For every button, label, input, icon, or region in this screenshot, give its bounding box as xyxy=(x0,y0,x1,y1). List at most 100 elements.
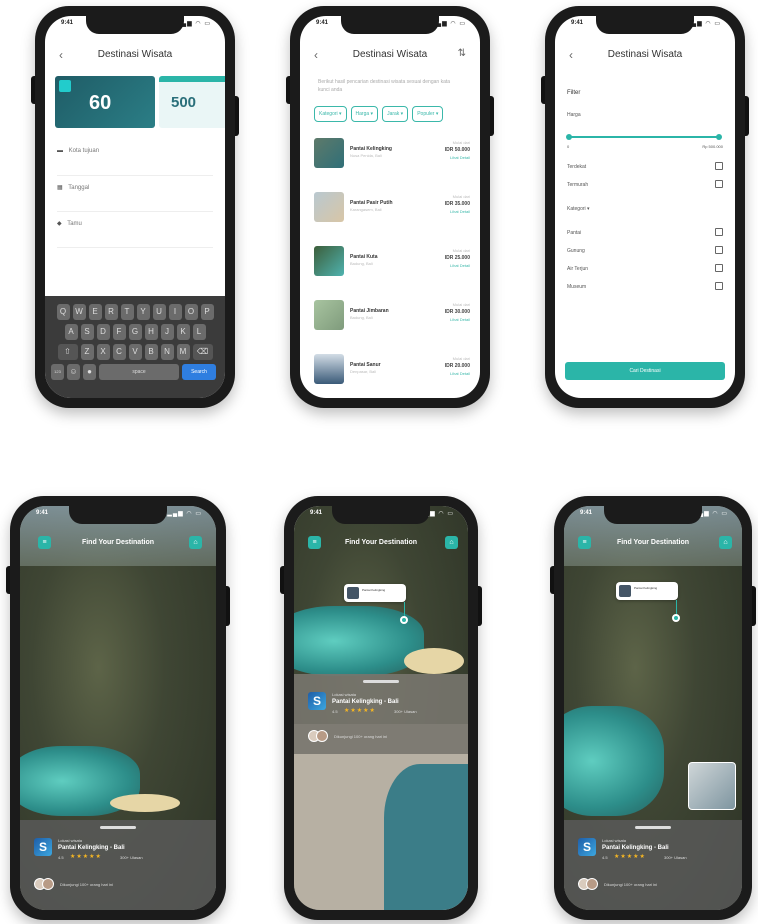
phone-search-form: 9:41 ▂▄▆ ◠ ▭ ‹ Destinasi Wisata 60 500 ▬… xyxy=(31,6,239,408)
mini-map[interactable] xyxy=(688,762,736,810)
key[interactable]: E xyxy=(88,304,102,320)
checkbox-nearest[interactable] xyxy=(715,162,723,170)
key[interactable]: P xyxy=(200,304,214,320)
location-pin-card[interactable]: Pantai Kelingking xyxy=(616,582,678,600)
checkbox-museum[interactable] xyxy=(715,282,723,290)
notch xyxy=(69,506,167,524)
header: ‹ Destinasi Wisata xyxy=(555,46,735,66)
promo-banner[interactable]: 60 xyxy=(55,76,155,128)
key[interactable]: K xyxy=(176,324,190,340)
place-category: Lokasi wisata xyxy=(332,692,357,697)
banner-strip xyxy=(159,76,225,82)
place-name: Pantai Kelingking - Bali xyxy=(602,845,669,851)
shift-key[interactable]: ⇧ xyxy=(57,344,78,360)
number-key[interactable]: 123 xyxy=(51,364,64,380)
key[interactable]: Z xyxy=(80,344,94,360)
home-icon[interactable]: ⌂ xyxy=(719,536,732,549)
detail-link[interactable]: Lihat Detail xyxy=(450,155,470,160)
filter-heading: Filter xyxy=(567,90,581,96)
checkbox-waterfall[interactable] xyxy=(715,264,723,272)
key[interactable]: C xyxy=(112,344,126,360)
key[interactable]: Q xyxy=(56,304,70,320)
slider-min-handle[interactable] xyxy=(566,134,572,140)
key[interactable]: M xyxy=(176,344,190,360)
home-icon[interactable]: ⌂ xyxy=(445,536,458,549)
checkbox-mountain[interactable] xyxy=(715,246,723,254)
detail-link[interactable]: Lihat Detail xyxy=(450,209,470,214)
key[interactable]: A xyxy=(64,324,78,340)
key[interactable]: I xyxy=(168,304,182,320)
category-dropdown[interactable]: Kategori ▾ xyxy=(567,206,590,212)
location-pin-card[interactable]: Pantai Kelingking xyxy=(344,584,406,602)
chip-price[interactable]: Harga ▾ xyxy=(350,106,379,122)
location-marker[interactable] xyxy=(400,616,408,624)
avatar xyxy=(316,730,328,742)
key[interactable]: X xyxy=(96,344,110,360)
checkbox-cheapest[interactable] xyxy=(715,180,723,188)
space-key[interactable]: space xyxy=(99,364,179,380)
list-item[interactable]: Pantai Kuta Badung, Bali Mulai dari IDR … xyxy=(314,246,470,286)
drag-handle[interactable] xyxy=(363,680,399,683)
detail-link[interactable]: Lihat Detail xyxy=(450,371,470,376)
guest-field[interactable]: ◆ Tamu xyxy=(57,220,213,248)
destination-sheet[interactable]: S Lokasi wisata Pantai Kelingking - Bali… xyxy=(294,674,468,754)
destination-field[interactable]: ▬ Kota tujuan xyxy=(57,148,213,176)
key[interactable]: W xyxy=(72,304,86,320)
drag-handle[interactable] xyxy=(100,826,136,829)
key[interactable]: J xyxy=(160,324,174,340)
detail-link[interactable]: Lihat Detail xyxy=(450,317,470,322)
chip-category[interactable]: Kategori ▾ xyxy=(314,106,347,122)
pin-label: Pantai Kelingking xyxy=(362,588,386,592)
option-label: Gunung xyxy=(567,248,585,254)
key[interactable]: T xyxy=(120,304,134,320)
list-item[interactable]: Pantai Pasir Putih Karangasem, Bali Mula… xyxy=(314,192,470,232)
keyboard-row-4: 123 ☺ ● space Search xyxy=(51,364,219,380)
date-field[interactable]: ▦ Tanggal xyxy=(57,184,213,212)
key[interactable]: G xyxy=(128,324,142,340)
screen: 9:41 ▂▄▆ ◠ ▭ ≡ Find Your Destination ⌂ P… xyxy=(564,506,742,910)
range-max: Rp 500.000 xyxy=(702,144,723,149)
item-from: Mulai dari xyxy=(452,140,470,145)
phone-explore-minimap: 9:41 ▂▄▆ ◠ ▭ ≡ Find Your Destination ⌂ P… xyxy=(550,496,756,920)
rating-stars: ★★★★★ xyxy=(614,854,646,860)
avatar xyxy=(42,878,54,890)
sort-icon[interactable]: ⇅ xyxy=(458,48,466,59)
search-destination-button[interactable]: Cari Destinasi xyxy=(565,362,725,380)
key[interactable]: V xyxy=(128,344,142,360)
search-key[interactable]: Search xyxy=(182,364,216,380)
key[interactable]: S xyxy=(80,324,94,340)
key[interactable]: L xyxy=(192,324,206,340)
promo-banner-2[interactable]: 500 xyxy=(159,76,225,128)
thumbnail xyxy=(314,246,344,276)
key[interactable]: N xyxy=(160,344,174,360)
key[interactable]: B xyxy=(144,344,158,360)
emoji-key[interactable]: ☺ xyxy=(67,364,80,380)
map-water xyxy=(384,764,468,910)
key[interactable]: O xyxy=(184,304,198,320)
home-icon[interactable]: ⌂ xyxy=(189,536,202,549)
delete-key[interactable]: ⌫ xyxy=(192,344,213,360)
key[interactable]: R xyxy=(104,304,118,320)
key[interactable]: U xyxy=(152,304,166,320)
location-marker[interactable] xyxy=(672,614,680,622)
detail-link[interactable]: Lihat Detail xyxy=(450,263,470,268)
mic-key[interactable]: ● xyxy=(83,364,96,380)
list-item[interactable]: Pantai Jimbaran Badung, Bali Mulai dari … xyxy=(314,300,470,340)
price-label: Harga xyxy=(567,112,581,118)
chip-popular[interactable]: Populer ▾ xyxy=(412,106,444,122)
key[interactable]: F xyxy=(112,324,126,340)
destination-sheet[interactable]: S Lokasi wisata Pantai Kelingking - Bali… xyxy=(20,820,216,910)
key[interactable]: D xyxy=(96,324,110,340)
chip-distance[interactable]: Jarak ▾ xyxy=(382,106,409,122)
key[interactable]: H xyxy=(144,324,158,340)
list-item[interactable]: Pantai Kelingking Nusa Penida, Bali Mula… xyxy=(314,138,470,178)
price-range-slider[interactable] xyxy=(566,134,722,140)
drag-handle[interactable] xyxy=(635,826,671,829)
slider-max-handle[interactable] xyxy=(716,134,722,140)
checkbox-beach[interactable] xyxy=(715,228,723,236)
key[interactable]: Y xyxy=(136,304,150,320)
calendar-icon: ▦ xyxy=(57,185,63,191)
list-item[interactable]: Pantai Sanur Denpasar, Bali Mulai dari I… xyxy=(314,354,470,394)
header: ‹ Destinasi Wisata ⇅ xyxy=(300,46,480,66)
destination-sheet[interactable]: S Lokasi wisata Pantai Kelingking - Bali… xyxy=(564,820,742,910)
